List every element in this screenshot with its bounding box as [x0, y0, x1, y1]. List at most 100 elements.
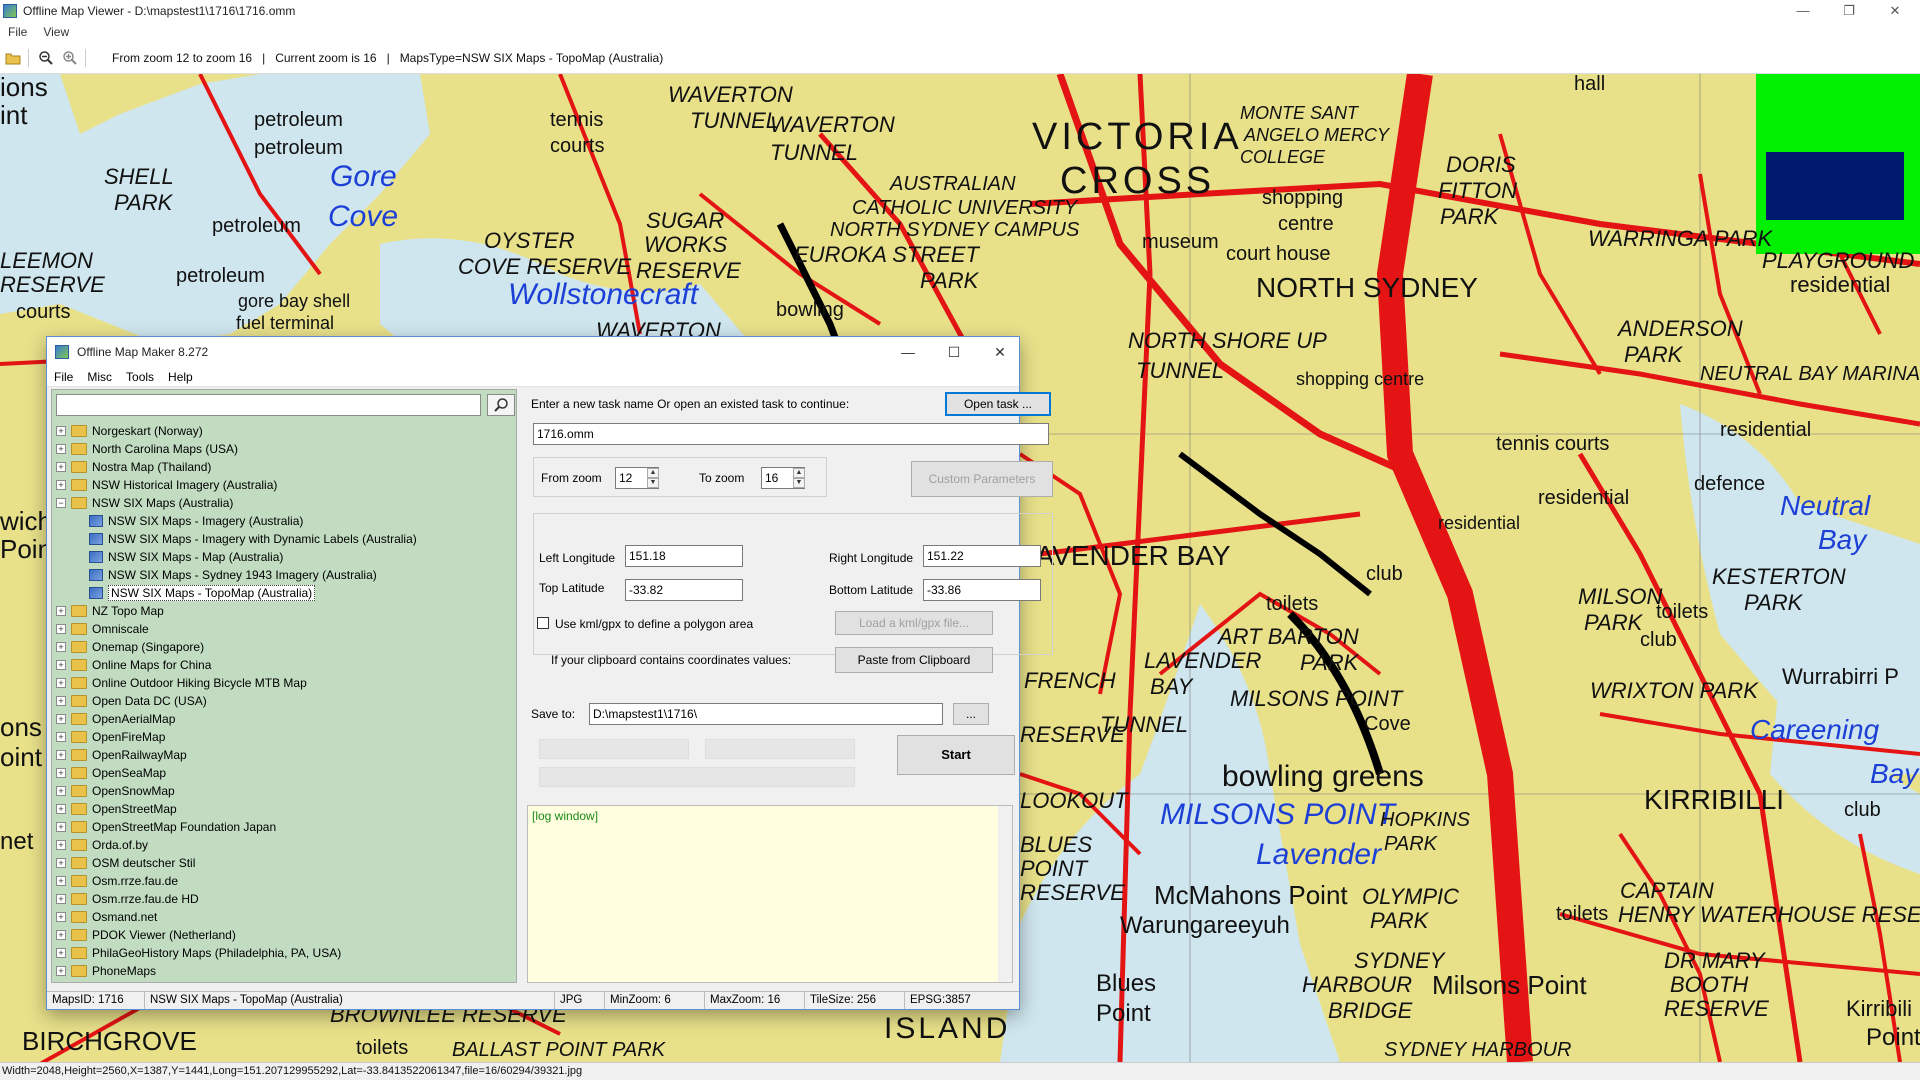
- status-format: JPG: [555, 992, 605, 1009]
- dialog-menu-misc[interactable]: Misc: [80, 370, 119, 384]
- tree-folder-item[interactable]: + Osm.rrze.fau.de HD: [52, 890, 516, 908]
- task-name-input[interactable]: 1716.omm: [533, 423, 1049, 445]
- dialog-maximize-button[interactable]: ☐: [931, 337, 977, 367]
- tree-folder-item[interactable]: + PDOK Viewer (Netherland): [52, 926, 516, 944]
- expand-icon[interactable]: +: [56, 894, 66, 904]
- dialog-close-button[interactable]: ✕: [977, 337, 1023, 367]
- map-label: tennis courts: [1496, 433, 1610, 455]
- from-zoom-down-icon[interactable]: ▼: [647, 478, 659, 488]
- expand-icon[interactable]: +: [56, 462, 66, 472]
- dialog-menu-help[interactable]: Help: [161, 370, 200, 384]
- tree-folder-item[interactable]: + NSW Historical Imagery (Australia): [52, 476, 516, 494]
- zoom-in-icon[interactable]: [59, 47, 81, 69]
- expand-icon[interactable]: +: [56, 732, 66, 742]
- tree-item-label: Orda.of.by: [92, 838, 149, 852]
- dialog-menu-file[interactable]: File: [47, 370, 80, 384]
- tree-folder-item[interactable]: + Online Maps for China: [52, 656, 516, 674]
- expand-icon[interactable]: +: [56, 876, 66, 886]
- dialog-minimize-button[interactable]: —: [885, 337, 931, 367]
- browse-button[interactable]: ...: [953, 703, 989, 725]
- expand-icon[interactable]: +: [56, 822, 66, 832]
- expand-icon[interactable]: +: [56, 660, 66, 670]
- tree-folder-item[interactable]: + Omniscale: [52, 620, 516, 638]
- search-button[interactable]: [487, 394, 515, 416]
- tree-folder-item[interactable]: + OpenRailwayMap: [52, 746, 516, 764]
- expand-icon[interactable]: +: [56, 696, 66, 706]
- expand-icon[interactable]: +: [56, 714, 66, 724]
- expand-icon[interactable]: +: [56, 840, 66, 850]
- tree-folder-item[interactable]: + Open Data DC (USA): [52, 692, 516, 710]
- tree-folder-item[interactable]: + OpenSnowMap: [52, 782, 516, 800]
- open-folder-icon[interactable]: [2, 47, 24, 69]
- log-window[interactable]: [log window]: [527, 805, 1013, 983]
- tree-folder-item[interactable]: + OpenStreetMap: [52, 800, 516, 818]
- tree-folder-item[interactable]: + PhoneMaps: [52, 962, 516, 980]
- expand-icon[interactable]: +: [56, 678, 66, 688]
- maximize-button[interactable]: ❐: [1826, 0, 1872, 22]
- expand-icon[interactable]: +: [56, 642, 66, 652]
- expand-icon[interactable]: +: [56, 624, 66, 634]
- tree-folder-item[interactable]: + OpenFireMap: [52, 728, 516, 746]
- tree-folder-item[interactable]: + OpenSeaMap: [52, 764, 516, 782]
- custom-parameters-button[interactable]: Custom Parameters: [911, 461, 1053, 497]
- tree-folder-item[interactable]: + OpenAerialMap: [52, 710, 516, 728]
- toolbar-separator: [28, 48, 29, 67]
- expand-icon[interactable]: +: [56, 606, 66, 616]
- tree-folder-item[interactable]: + Online Outdoor Hiking Bicycle MTB Map: [52, 674, 516, 692]
- bottom-latitude-input[interactable]: -33.86: [923, 579, 1041, 601]
- search-input[interactable]: [56, 394, 481, 416]
- expand-icon[interactable]: +: [56, 804, 66, 814]
- save-to-input[interactable]: D:\mapstest1\1716\: [589, 703, 943, 725]
- tree-map-item[interactable]: NSW SIX Maps - Imagery (Australia): [52, 512, 516, 530]
- expand-icon[interactable]: +: [56, 786, 66, 796]
- to-zoom-up-icon[interactable]: ▲: [793, 468, 805, 478]
- tree-map-item[interactable]: NSW SIX Maps - Map (Australia): [52, 548, 516, 566]
- expand-icon[interactable]: +: [56, 768, 66, 778]
- to-zoom-down-icon[interactable]: ▼: [793, 478, 805, 488]
- menu-file[interactable]: File: [0, 25, 35, 39]
- tree-map-item[interactable]: NSW SIX Maps - TopoMap (Australia): [52, 584, 516, 602]
- expand-icon[interactable]: +: [56, 858, 66, 868]
- tree-folder-item[interactable]: + PhilaGeoHistory Maps (Philadelphia, PA,…: [52, 944, 516, 962]
- tree-map-item[interactable]: NSW SIX Maps - Sydney 1943 Imagery (Aust…: [52, 566, 516, 584]
- top-latitude-input[interactable]: -33.82: [625, 579, 743, 601]
- tree-folder-item[interactable]: + OpenStreetMap Foundation Japan: [52, 818, 516, 836]
- from-zoom-up-icon[interactable]: ▲: [647, 468, 659, 478]
- zoom-out-icon[interactable]: [35, 47, 57, 69]
- open-task-button[interactable]: Open task ...: [945, 392, 1051, 416]
- expand-icon[interactable]: +: [56, 948, 66, 958]
- start-button[interactable]: Start: [897, 735, 1015, 775]
- tree-folder-item[interactable]: + Norgeskart (Norway): [52, 422, 516, 440]
- collapse-icon[interactable]: −: [56, 498, 66, 508]
- tree-folder-item[interactable]: + North Carolina Maps (USA): [52, 440, 516, 458]
- load-kml-button[interactable]: Load a kml/gpx file...: [835, 611, 993, 635]
- use-kml-checkbox[interactable]: [537, 617, 549, 629]
- expand-icon[interactable]: +: [56, 750, 66, 760]
- tree-folder-item[interactable]: − NSW SIX Maps (Australia): [52, 494, 516, 512]
- dialog-menu-tools[interactable]: Tools: [119, 370, 161, 384]
- expand-icon[interactable]: +: [56, 444, 66, 454]
- map-label: toilets: [1656, 601, 1709, 623]
- tree-map-item[interactable]: NSW SIX Maps - Imagery with Dynamic Labe…: [52, 530, 516, 548]
- tree-folder-item[interactable]: + NZ Topo Map: [52, 602, 516, 620]
- tree-folder-item[interactable]: + OSM deutscher Stil: [52, 854, 516, 872]
- menu-view[interactable]: View: [35, 25, 77, 39]
- tree-folder-item[interactable]: + Osmand.net: [52, 908, 516, 926]
- right-longitude-input[interactable]: 151.22: [923, 545, 1041, 567]
- expand-icon[interactable]: +: [56, 480, 66, 490]
- log-scrollbar[interactable]: [998, 806, 1012, 982]
- expand-icon[interactable]: +: [56, 930, 66, 940]
- expand-icon[interactable]: +: [56, 426, 66, 436]
- expand-icon[interactable]: +: [56, 966, 66, 976]
- minimize-button[interactable]: —: [1780, 0, 1826, 22]
- tree-folder-item[interactable]: + Onemap (Singapore): [52, 638, 516, 656]
- tree-folder-item[interactable]: + Orda.of.by: [52, 836, 516, 854]
- tree-folder-item[interactable]: + Osm.rrze.fau.de: [52, 872, 516, 890]
- tree-item-label: NSW SIX Maps - Map (Australia): [108, 550, 284, 564]
- close-button[interactable]: ✕: [1872, 0, 1918, 22]
- map-label: LEEMON: [0, 248, 93, 273]
- tree-folder-item[interactable]: + Nostra Map (Thailand): [52, 458, 516, 476]
- expand-icon[interactable]: +: [56, 912, 66, 922]
- paste-clipboard-button[interactable]: Paste from Clipboard: [835, 647, 993, 673]
- left-longitude-input[interactable]: 151.18: [625, 545, 743, 567]
